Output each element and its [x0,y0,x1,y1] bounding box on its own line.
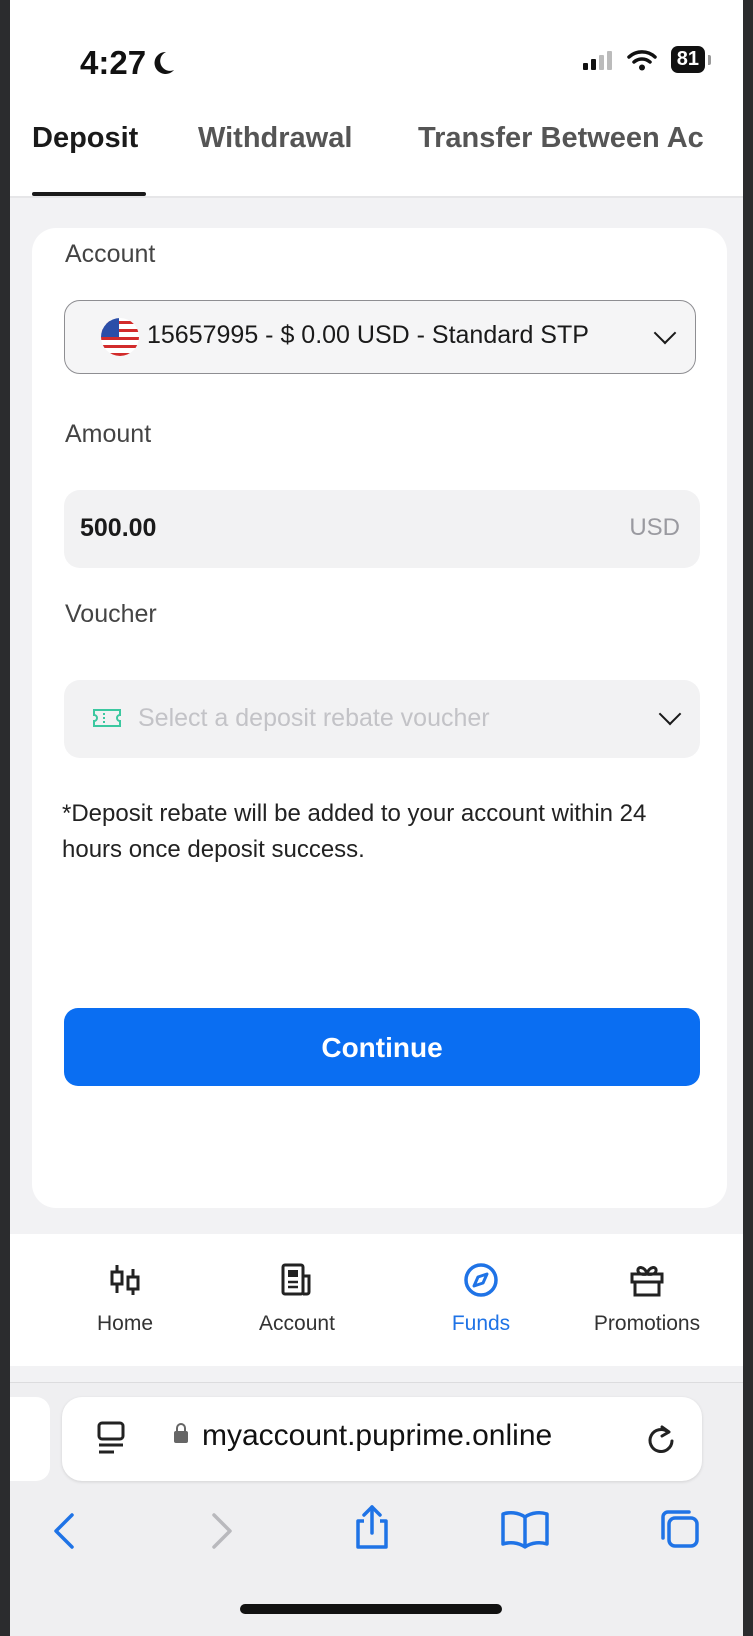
voucher-select[interactable]: Select a deposit rebate voucher [64,680,700,758]
document-icon [281,1263,311,1296]
bookmarks-icon[interactable] [500,1509,550,1549]
app-screen: 4:27 81 Deposit Withdrawal Transfer Betw… [10,0,743,1636]
amount-value: 500.00 [80,514,157,542]
active-tab-indicator [32,192,146,196]
url-text: myaccount.puprime.online [202,1419,553,1452]
funds-tabs: Deposit Withdrawal Transfer Between Ac [10,110,743,198]
wifi-icon [627,49,657,70]
nav-promotions-label: Promotions [593,1312,701,1335]
account-select-value: 15657995 - $ 0.00 USD - Standard STP [147,321,589,349]
address-bar[interactable]: myaccount.puprime.online [62,1397,702,1481]
home-indicator [240,1604,502,1614]
nav-funds-label: Funds [451,1312,511,1335]
voucher-ticket-icon [93,709,121,727]
nav-funds[interactable]: Funds [406,1256,556,1336]
us-flag-icon [101,318,139,356]
status-icons: 81 [582,46,712,73]
rebate-note: *Deposit rebate will be added to your ac… [62,800,647,863]
moon-icon [154,51,175,74]
voucher-placeholder: Select a deposit rebate voucher [138,704,490,732]
page-menu-icon[interactable] [96,1421,126,1455]
tab-transfer[interactable]: Transfer Between Ac [418,122,704,155]
gift-icon [630,1266,664,1297]
nav-promotions[interactable]: Promotions [572,1256,722,1336]
account-select[interactable]: 15657995 - $ 0.00 USD - Standard STP [64,300,696,374]
nav-account[interactable]: Account [222,1256,372,1336]
tab-withdrawal[interactable]: Withdrawal [198,122,352,155]
status-time: 4:27 [80,44,176,82]
nav-home[interactable]: Home [50,1256,200,1336]
account-label: Account [65,240,156,268]
bottom-nav: Home Account Funds Promotions [10,1234,743,1366]
amount-currency: USD [629,514,680,541]
deposit-form-card: Account 15657995 - $ 0.00 USD - Standard… [32,228,727,1208]
amount-input[interactable]: 500.00 USD [64,490,700,568]
reload-icon[interactable] [646,1423,676,1455]
chevron-down-icon [658,702,682,726]
candlestick-icon [110,1265,140,1295]
nav-home-label: Home [96,1312,154,1335]
tabs-icon[interactable] [658,1507,702,1551]
back-icon[interactable] [50,1511,80,1551]
compass-icon [464,1263,498,1297]
signal-icon [582,50,612,70]
tab-deposit[interactable]: Deposit [32,122,138,155]
browser-toolbar: myaccount.puprime.online [10,1382,743,1636]
lock-icon [174,1423,188,1443]
amount-label: Amount [65,420,152,448]
continue-button[interactable]: Continue [64,1008,700,1086]
nav-account-label: Account [259,1312,335,1335]
share-icon[interactable] [352,1503,392,1551]
battery-indicator: 81 [670,46,712,73]
status-bar: 4:27 81 [10,0,743,110]
chevron-down-icon [653,321,677,345]
forward-icon[interactable] [206,1511,236,1551]
voucher-label: Voucher [65,600,157,628]
previous-tab-preview[interactable] [10,1397,50,1481]
